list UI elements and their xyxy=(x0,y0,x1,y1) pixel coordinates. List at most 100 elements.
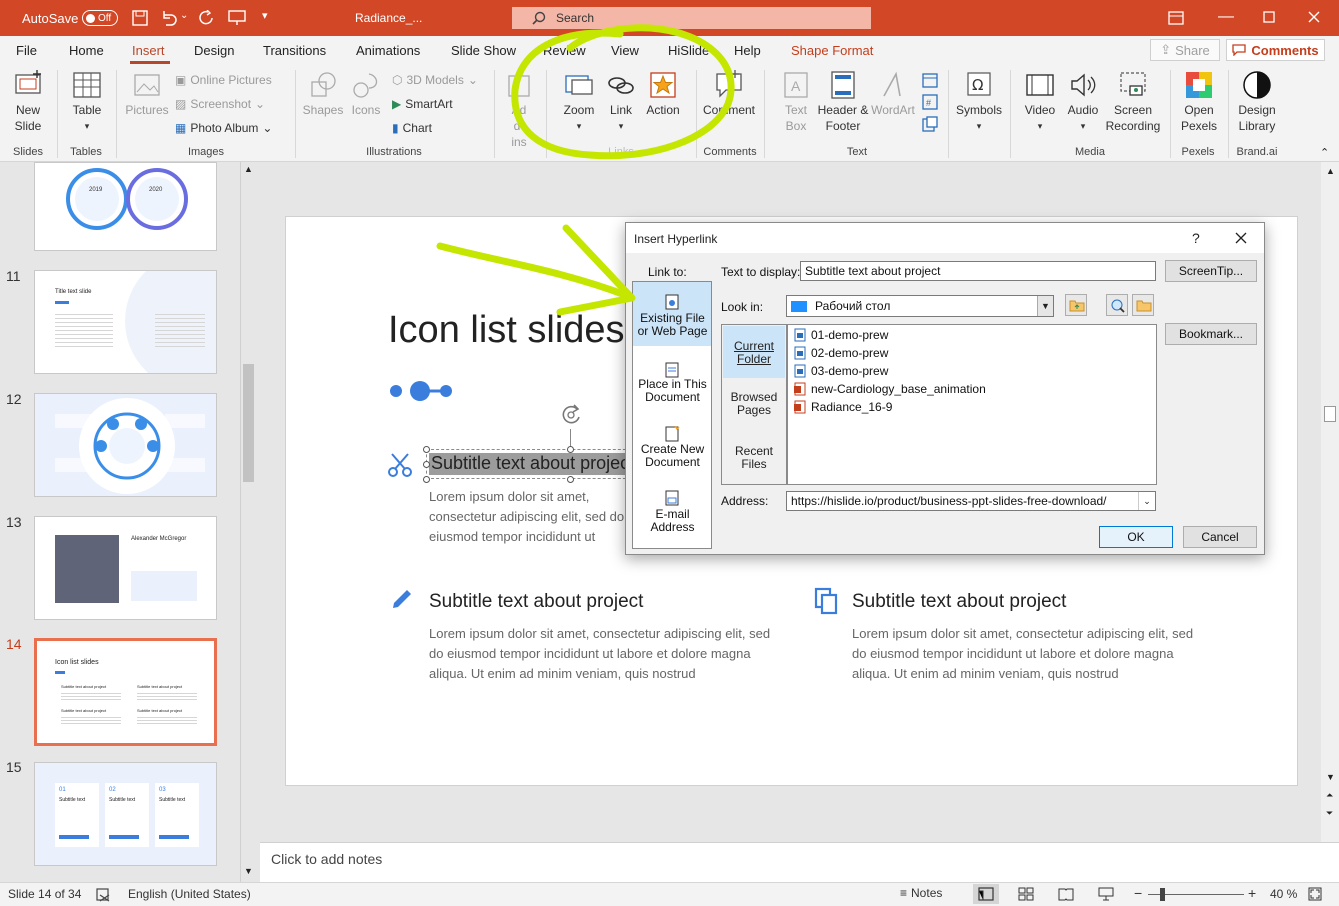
tab-recent-files[interactable]: Recent Files xyxy=(722,445,786,471)
address-dropdown-icon[interactable]: ⌄ xyxy=(1138,492,1155,510)
header-footer-button[interactable]: Header & Footer xyxy=(816,70,870,134)
undo-dropdown-icon[interactable]: ⌄ xyxy=(180,10,188,21)
resize-handle[interactable] xyxy=(423,476,430,483)
ribbon-display-icon[interactable] xyxy=(1168,10,1184,26)
tab-file[interactable]: File xyxy=(16,43,37,58)
notes-placeholder[interactable]: Click to add notes xyxy=(271,851,382,867)
address-input[interactable]: https://hislide.io/product/business-ppt-… xyxy=(786,491,1156,511)
tab-design[interactable]: Design xyxy=(194,43,234,58)
action-button[interactable]: Action xyxy=(640,70,686,118)
file-item[interactable]: 01-demo-prew xyxy=(794,328,888,342)
cancel-button[interactable]: Cancel xyxy=(1183,526,1257,548)
place-in-document-icon[interactable] xyxy=(664,362,680,378)
browse-web-button[interactable] xyxy=(1106,294,1128,316)
next-slide-icon[interactable]: ⏷ xyxy=(1326,808,1333,819)
slide-subtitle[interactable]: Subtitle text about project xyxy=(429,591,643,613)
resize-handle[interactable] xyxy=(567,476,574,483)
redo-icon[interactable] xyxy=(198,10,216,26)
comments-button[interactable]: Comments xyxy=(1226,39,1325,61)
screentip-button[interactable]: ScreenTip... xyxy=(1165,260,1257,282)
chart-button[interactable]: ▮ Chart xyxy=(392,121,432,135)
thumbnail-slide-11[interactable]: Title text slide xyxy=(34,270,217,374)
normal-view-button[interactable] xyxy=(973,884,999,904)
selected-textbox[interactable]: Subtitle text about project xyxy=(426,449,637,479)
tab-shape-format[interactable]: Shape Format xyxy=(791,43,873,58)
look-in-dropdown-icon[interactable]: ▼ xyxy=(1037,296,1053,316)
file-item[interactable]: 03-demo-prew xyxy=(794,364,888,378)
slide-show-icon[interactable] xyxy=(1098,887,1114,901)
thumbnail-slide-12[interactable] xyxy=(34,393,217,497)
scroll-up-icon[interactable]: ▲ xyxy=(1326,166,1335,176)
customize-qat-icon[interactable]: ▾ xyxy=(262,9,268,22)
scroll-down-icon[interactable]: ▼ xyxy=(1326,772,1335,782)
symbols-button[interactable]: Ω Symbols ▾ xyxy=(954,70,1004,134)
tab-transitions[interactable]: Transitions xyxy=(263,43,326,58)
save-icon[interactable] xyxy=(132,10,148,26)
notes-button[interactable]: ≡ Notes xyxy=(900,886,942,900)
file-item[interactable]: Radiance_16-9 xyxy=(794,400,892,414)
previous-slide-icon[interactable]: ⏶ xyxy=(1326,790,1333,801)
thumbnail-slide-14[interactable]: Icon list slides Subtitle text about pro… xyxy=(34,638,217,746)
wordart-button[interactable]: WordArt xyxy=(870,70,916,118)
addins-button[interactable]: Add-ins xyxy=(502,70,536,150)
spelling-check-icon[interactable] xyxy=(96,888,110,902)
maximize-icon[interactable] xyxy=(1263,11,1275,23)
thumbnail-scrollbar[interactable]: ▲ ▼ xyxy=(240,162,256,882)
table-button[interactable]: Table ▾ xyxy=(64,70,110,134)
tab-slide-show[interactable]: Slide Show xyxy=(451,43,516,58)
new-slide-button[interactable]: New Slide xyxy=(6,70,50,134)
tab-insert[interactable]: Insert xyxy=(132,43,165,58)
present-icon[interactable] xyxy=(228,10,246,26)
slide-body-text[interactable]: Lorem ipsum dolor sit amet, consectetur … xyxy=(429,624,777,684)
screen-recording-button[interactable]: Screen Recording xyxy=(1104,70,1162,134)
file-item[interactable]: 02-demo-prew xyxy=(794,346,888,360)
email-address-icon[interactable] xyxy=(664,490,680,506)
thumbnail-slide-15[interactable]: 01 Subtitle text 02 Subtitle text 03 Sub… xyxy=(34,762,217,866)
scroll-down-icon[interactable]: ▼ xyxy=(244,866,253,876)
audio-button[interactable]: Audio ▾ xyxy=(1062,70,1104,134)
video-button[interactable]: Video ▾ xyxy=(1018,70,1062,134)
open-pexels-button[interactable]: Open Pexels xyxy=(1176,70,1222,134)
pictures-button[interactable]: Pictures xyxy=(122,70,172,118)
resize-handle[interactable] xyxy=(423,461,430,468)
icons-button[interactable]: Icons xyxy=(346,70,386,118)
create-new-document-icon[interactable] xyxy=(664,426,680,442)
date-time-icon[interactable] xyxy=(922,72,938,88)
screenshot-button[interactable]: ▨ Screenshot ⌄ xyxy=(175,97,265,111)
collapse-ribbon-icon[interactable]: ⌃ xyxy=(1320,146,1329,159)
autosave-toggle[interactable]: Off xyxy=(82,10,118,26)
online-pictures-button[interactable]: ▣ Online Pictures xyxy=(175,73,272,87)
photo-album-button[interactable]: ▦ Photo Album ⌄ xyxy=(175,121,272,135)
create-new-document-label[interactable]: Create New Document xyxy=(634,443,711,469)
reading-view-icon[interactable] xyxy=(1058,887,1074,901)
object-icon[interactable] xyxy=(922,116,938,132)
place-in-document-label[interactable]: Place in This Document xyxy=(634,378,711,404)
bookmark-button[interactable]: Bookmark... xyxy=(1165,323,1257,345)
zoom-slider-thumb[interactable] xyxy=(1160,888,1165,901)
tab-browsed-pages[interactable]: Browsed Pages xyxy=(722,391,786,417)
undo-icon[interactable] xyxy=(160,10,178,26)
tab-animations[interactable]: Animations xyxy=(356,43,420,58)
slide-subtitle[interactable]: Subtitle text about project xyxy=(852,591,1066,613)
close-icon[interactable] xyxy=(1308,11,1320,23)
selected-subtitle-text[interactable]: Subtitle text about project xyxy=(429,453,637,475)
email-address-label[interactable]: E-mail Address xyxy=(634,508,711,534)
slide-sorter-icon[interactable] xyxy=(1018,887,1034,901)
zoom-percent[interactable]: 40 % xyxy=(1270,887,1297,901)
tab-view[interactable]: View xyxy=(611,43,639,58)
slide-number-icon[interactable]: # xyxy=(922,94,938,110)
zoom-in-icon[interactable]: + xyxy=(1248,885,1256,901)
minimize-icon[interactable]: — xyxy=(1218,8,1234,26)
language-indicator[interactable]: English (United States) xyxy=(128,887,251,901)
tab-review[interactable]: Review xyxy=(543,43,586,58)
comment-button[interactable]: Comment xyxy=(702,70,756,118)
thumbnail-slide-10[interactable]: 2019 2020 xyxy=(34,162,217,251)
text-to-display-input[interactable]: Subtitle text about project xyxy=(800,261,1156,281)
search-box[interactable]: Search xyxy=(512,7,871,29)
3d-models-button[interactable]: ⬡ 3D Models ⌄ xyxy=(392,73,478,87)
scrollbar-thumb[interactable] xyxy=(1324,406,1336,422)
zoom-out-icon[interactable]: − xyxy=(1134,885,1142,901)
dialog-close-icon[interactable] xyxy=(1235,232,1247,244)
tab-current-folder[interactable]: Current Folder xyxy=(723,326,785,378)
help-icon[interactable]: ? xyxy=(1192,230,1200,246)
